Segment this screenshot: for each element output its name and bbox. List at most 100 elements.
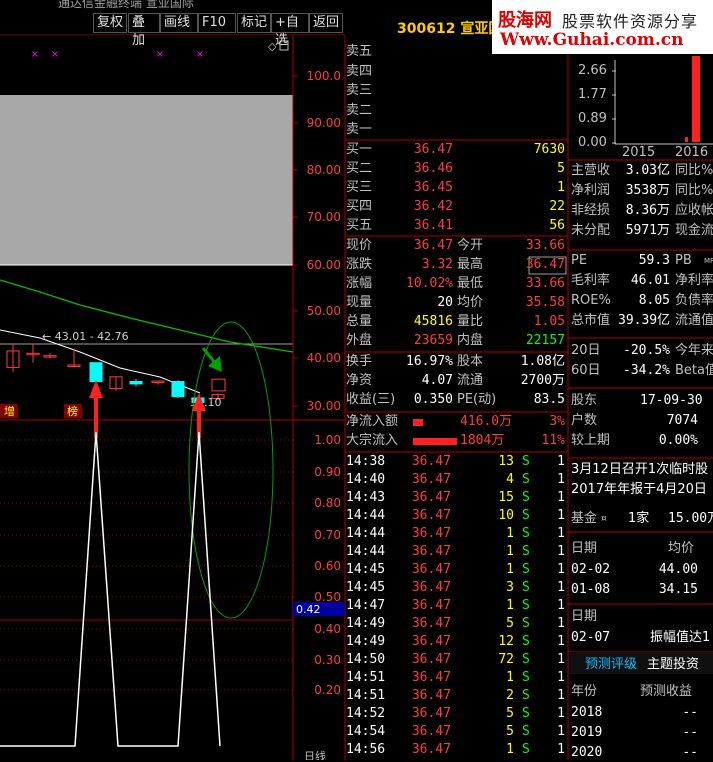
fund-value: 2700万: [520, 373, 565, 388]
tick-count: 1: [557, 688, 565, 703]
toolbar-button-6[interactable]: +自选: [271, 13, 309, 48]
flow-pct: 3%: [549, 414, 565, 429]
quote-label: 现量: [346, 295, 373, 310]
tick-price: 36.47: [411, 724, 451, 739]
buy-level-label: 买二: [346, 161, 373, 176]
f10-label: ROE%: [571, 293, 611, 308]
forecast-value: --: [682, 705, 698, 720]
tick-count: 1: [557, 508, 565, 523]
fund-value: 1.08亿: [520, 354, 565, 369]
flow-bar: [413, 419, 423, 426]
tick-time: 14:50: [346, 652, 386, 667]
buy-volume: 22: [549, 199, 565, 214]
holder-value: 7074: [666, 413, 698, 428]
toolbar-button-7[interactable]: 返回: [309, 13, 343, 33]
marker-icon: ×: [31, 49, 39, 60]
tick-price: 36.47: [411, 544, 451, 559]
indicator-axis-label: 1.00: [314, 433, 341, 447]
toolbar-button-1[interactable]: 复权: [93, 13, 127, 33]
flow-value: 416.0万: [460, 414, 513, 429]
forecast-tab-1[interactable]: 预测评级: [585, 656, 637, 674]
fund-label: 股本: [457, 354, 484, 369]
toolbar-button-5[interactable]: 标记: [237, 13, 271, 33]
quote-value: 20: [437, 295, 453, 310]
tick-count: 1: [557, 562, 565, 577]
buy-price: 36.42: [413, 199, 453, 214]
f10-value: 5971万: [625, 223, 670, 238]
tick-side: S: [522, 598, 530, 613]
tick-side: S: [522, 472, 530, 487]
quote-label: 最低: [457, 276, 484, 291]
tick-side: S: [522, 544, 530, 559]
bar-2015: [685, 137, 688, 142]
f10-label: 今年来: [675, 343, 713, 358]
stock-code-name: 300612 宣亚国: [397, 21, 503, 37]
price-header: 均价: [668, 541, 695, 556]
tick-price: 36.47: [411, 742, 451, 757]
fund-value: 0.350: [413, 392, 453, 407]
watermark-banner: 股海网 股票软件资源分享 Www.Guhai.com.cn: [492, 0, 713, 54]
fund-value: 4.07: [421, 373, 453, 388]
quote-label: 现价: [346, 238, 373, 253]
tick-volume: 5: [506, 616, 514, 631]
f10-label: Beta值: [675, 363, 713, 378]
sell-level-label: 卖三: [346, 83, 373, 98]
tick-price: 36.47: [411, 526, 451, 541]
f10-label: 应收帐: [675, 203, 713, 218]
fund-row-label: 基金: [571, 511, 598, 526]
tick-price: 36.47: [411, 634, 451, 649]
quote-label: 均价: [457, 295, 484, 310]
f10-value: 59.3: [638, 253, 670, 268]
tick-price: 36.47: [411, 580, 451, 595]
candle-body: [171, 381, 185, 398]
f10-value: -20.5%: [623, 343, 670, 358]
tick-price: 36.47: [411, 490, 451, 505]
tick-time: 14:44: [346, 526, 386, 541]
indicator-axis-label: 0.20: [314, 683, 341, 697]
buy-price: 36.46: [413, 161, 453, 176]
candle-body: [89, 362, 103, 383]
tick-price: 36.47: [411, 598, 451, 613]
marker-icon: ×: [196, 49, 204, 60]
buy-level-label: 买三: [346, 180, 373, 195]
buy-price: 36.45: [413, 180, 453, 195]
quote-value: 33.66: [525, 276, 565, 291]
tick-count: 1: [557, 598, 565, 613]
forecast-value: --: [682, 725, 698, 740]
tick-price: 36.47: [411, 472, 451, 487]
tick-price: 36.47: [411, 562, 451, 577]
tag-label-2: 榜: [67, 404, 78, 418]
price-axis-label: 90.00: [307, 116, 341, 130]
toolbar-button-4[interactable]: F10: [198, 13, 236, 33]
buy-volume: 56: [549, 218, 565, 233]
flow-label: 大宗流入: [346, 433, 399, 448]
f10-value: 3.03亿: [625, 163, 670, 178]
tick-price: 36.47: [411, 688, 451, 703]
buy-level-label: 买一: [346, 142, 373, 157]
forecast-tab-2[interactable]: 主题投资: [647, 656, 699, 674]
toolbar-button-3[interactable]: 画线: [160, 13, 198, 33]
indicator-axis-label: 0.60: [314, 559, 341, 573]
tick-time: 14:56: [346, 742, 386, 757]
tick-time: 14:51: [346, 670, 386, 685]
f10-label: PB: [675, 253, 692, 268]
tick-count: 1: [557, 454, 565, 469]
tick-time: 14:40: [346, 472, 386, 487]
f10-label: 毛利率: [571, 273, 611, 288]
quote-value: 22157: [525, 333, 565, 348]
f10-value: 3538万: [625, 183, 670, 198]
date-price: 34.15: [658, 582, 698, 597]
quote-value: 36.47: [413, 238, 453, 253]
bar-axis-label: 1.77: [578, 87, 607, 102]
tick-time: 14:51: [346, 688, 386, 703]
f10-label: 净利润: [571, 183, 611, 198]
forecast-year: 2019: [571, 725, 603, 740]
fund-value: 83.5: [533, 392, 565, 407]
fund-row-value: 1家: [628, 511, 650, 526]
buy-volume: 1: [557, 180, 565, 195]
toolbar-button-2[interactable]: 叠加: [128, 13, 160, 48]
tick-price: 36.47: [411, 652, 451, 667]
tick-volume: 4: [506, 472, 514, 487]
quote-value: 33.66: [525, 238, 565, 253]
fund-row-icon: ¤: [601, 514, 607, 524]
